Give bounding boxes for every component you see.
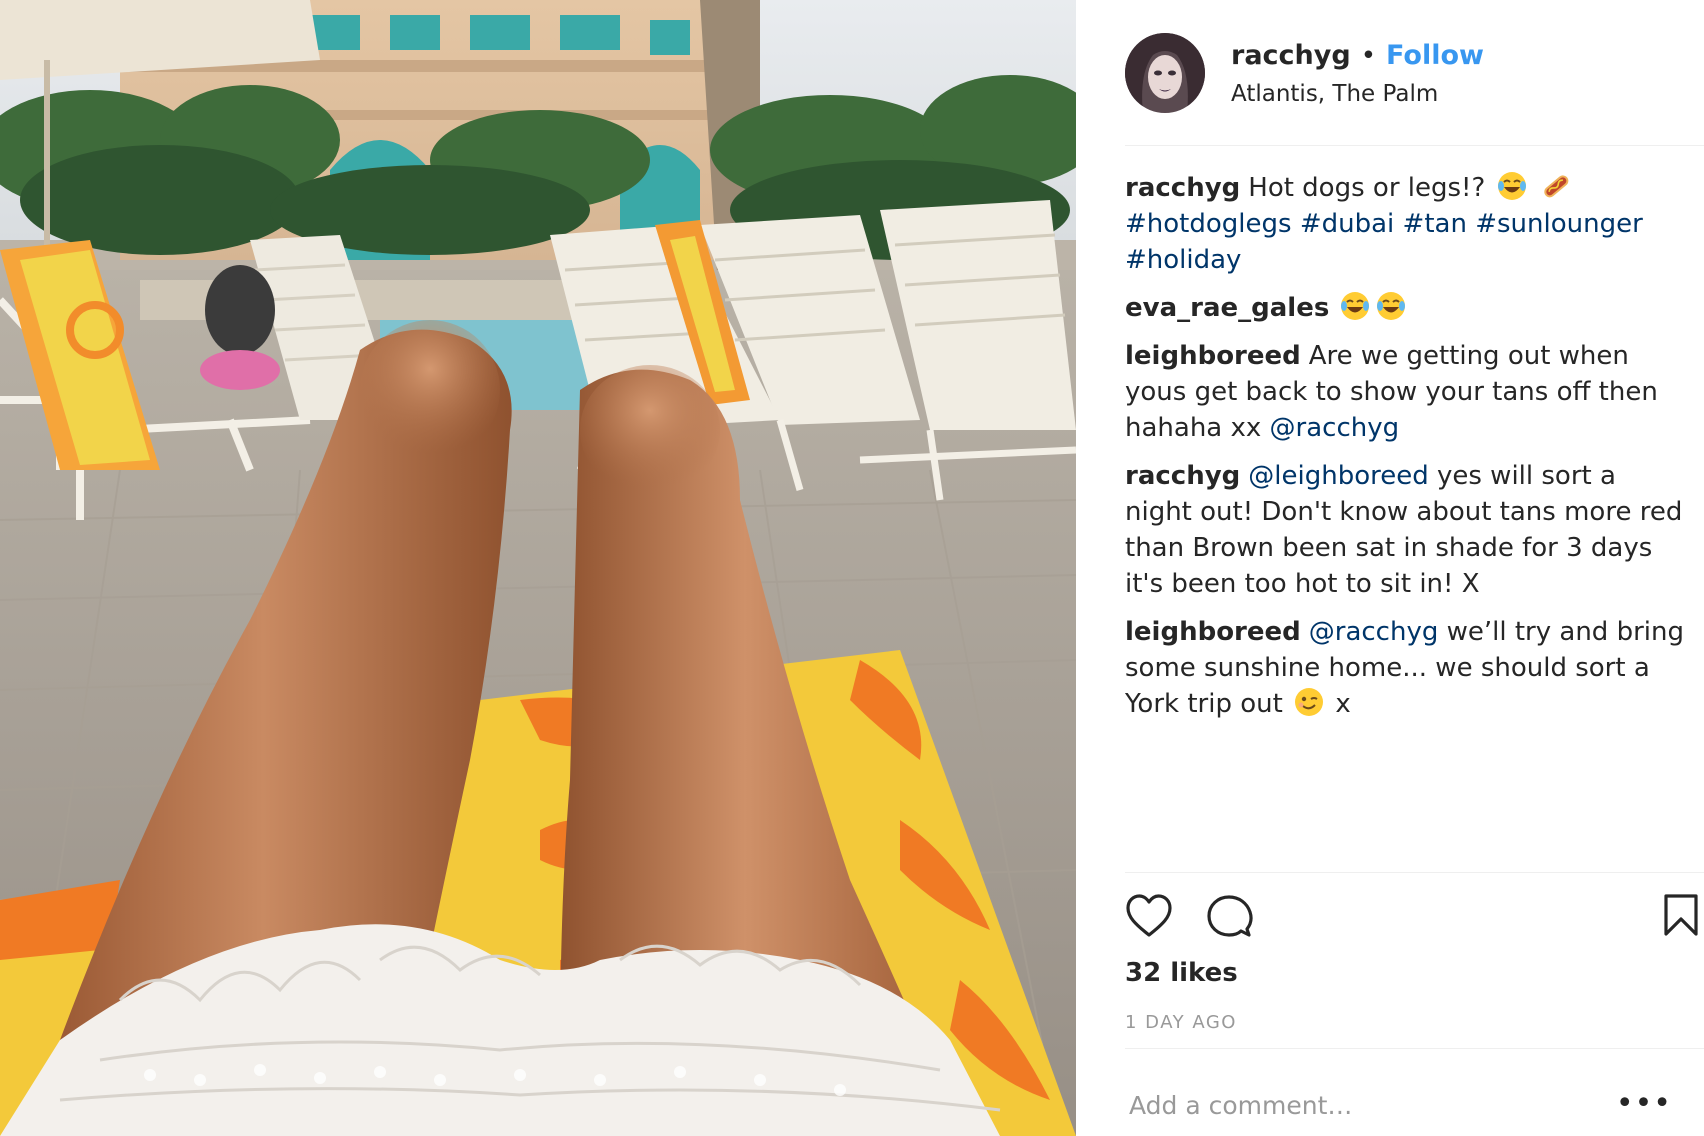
post-photo[interactable] — [0, 0, 1076, 1136]
actions-divider — [1125, 872, 1704, 873]
header-text: racchyg • Follow Atlantis, The Palm — [1231, 39, 1484, 107]
mention-link[interactable]: @racchyg — [1309, 617, 1439, 647]
likes-count[interactable]: 32 likes — [1125, 958, 1238, 988]
comment-username[interactable]: eva_rae_gales — [1125, 293, 1329, 323]
avatar[interactable] — [1125, 33, 1205, 113]
heart-icon[interactable] — [1125, 893, 1173, 943]
hashtag[interactable]: #holiday — [1125, 245, 1241, 275]
mention-link[interactable]: @leighboreed — [1248, 461, 1428, 491]
post-details-panel: racchyg • Follow Atlantis, The Palm racc… — [1076, 0, 1704, 1136]
hotdog-emoji — [1544, 175, 1569, 198]
action-bar — [1125, 893, 1704, 943]
comment: leighboreed @racchyg we’ll try and bring … — [1125, 614, 1685, 722]
author-username[interactable]: racchyg — [1231, 39, 1351, 73]
post-timestamp[interactable]: 1 DAY AGO — [1125, 1012, 1237, 1033]
post-header: racchyg • Follow Atlantis, The Palm — [1125, 28, 1704, 118]
add-comment-input[interactable] — [1125, 1085, 1653, 1125]
location-link[interactable]: Atlantis, The Palm — [1231, 81, 1484, 107]
more-options-button[interactable]: ••• — [1616, 1089, 1672, 1119]
speech-bubble-icon[interactable] — [1205, 893, 1253, 943]
caption: racchyg Hot dogs or legs!? #hotdoglegs #… — [1125, 170, 1685, 278]
hashtag[interactable]: #hotdoglegs — [1125, 209, 1292, 239]
laughing-tears-emoji — [1497, 172, 1526, 200]
comment-username[interactable]: leighboreed — [1125, 617, 1301, 647]
comment-divider — [1125, 1048, 1704, 1049]
comment-username[interactable]: leighboreed — [1125, 341, 1301, 371]
header-line: racchyg • Follow — [1231, 39, 1484, 73]
header-divider — [1125, 145, 1704, 146]
hashtag[interactable]: #tan — [1403, 209, 1467, 239]
hashtag[interactable]: #sunlounger — [1475, 209, 1643, 239]
wink-emoji — [1295, 688, 1324, 716]
bookmark-icon[interactable] — [1662, 893, 1700, 941]
comment: eva_rae_gales — [1125, 290, 1685, 326]
comment-username[interactable]: racchyg — [1125, 173, 1240, 203]
poolside-legs-image — [0, 0, 1076, 1136]
comment: leighboreed Are we getting out when yous … — [1125, 338, 1685, 446]
comment-suffix: x — [1335, 689, 1351, 719]
laughing-tears-emoji — [1377, 292, 1406, 320]
comments-list: racchyg Hot dogs or legs!? #hotdoglegs #… — [1125, 170, 1685, 734]
mention-link[interactable]: @racchyg — [1270, 413, 1400, 443]
comment-username[interactable]: racchyg — [1125, 461, 1240, 491]
hashtag[interactable]: #dubai — [1300, 209, 1394, 239]
instagram-post: racchyg • Follow Atlantis, The Palm racc… — [0, 0, 1704, 1136]
follow-button[interactable]: Follow — [1386, 39, 1484, 73]
caption-text: Hot dogs or legs!? — [1248, 173, 1486, 203]
separator-dot: • — [1360, 41, 1377, 71]
avatar-image — [1125, 33, 1205, 113]
comment: racchyg @leighboreed yes will sort a nigh… — [1125, 458, 1685, 602]
laughing-tears-emoji — [1341, 292, 1370, 320]
